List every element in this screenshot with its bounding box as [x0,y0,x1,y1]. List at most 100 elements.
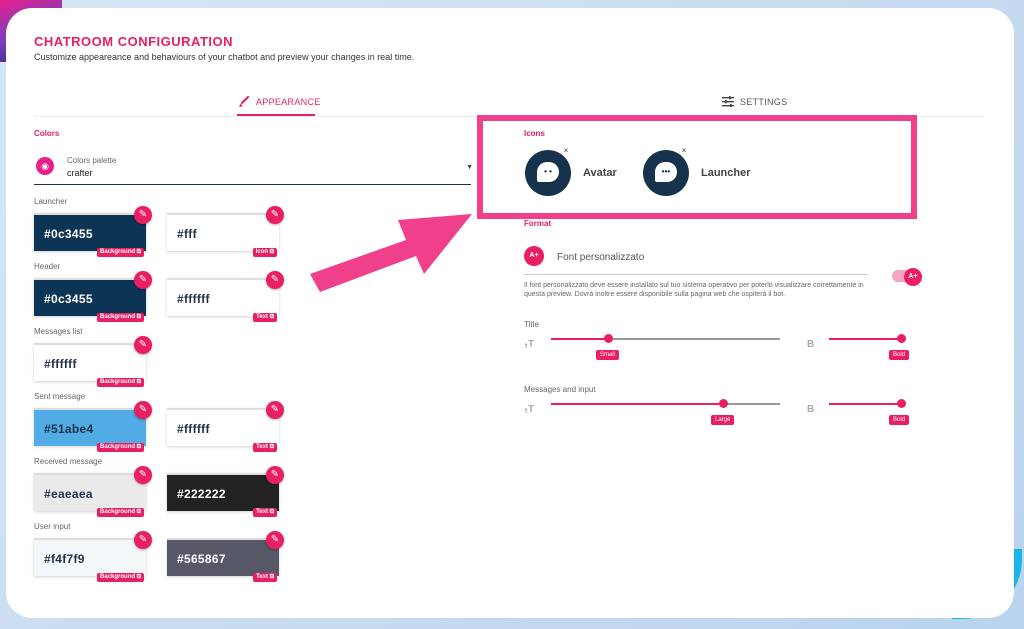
edit-pencil-icon[interactable]: ✎ [134,531,152,549]
swatch-tag: Text ⧉ [253,508,277,517]
edit-pencil-icon[interactable]: ✎ [134,401,152,419]
avatar-label: Avatar [583,167,617,179]
edit-pencil-icon[interactable]: ✎ [266,401,284,419]
messages-list-label: Messages list [34,327,83,336]
edit-pencil-icon[interactable]: ✎ [134,271,152,289]
brush-icon [239,96,249,107]
title-size-handle[interactable] [604,334,613,343]
palette-icon: ◉ [36,157,54,175]
launcher-label: Launcher [34,197,68,206]
chevron-down-icon: ▼ [466,164,473,171]
swatch-tag: Background ⧉ [97,378,144,387]
bot-face-icon: • • [537,162,559,182]
bold-icon: B [807,404,815,415]
title-size-fill [551,338,608,340]
edit-pencil-icon[interactable]: ✎ [266,206,284,224]
custom-font-underline [524,274,868,275]
launcher-icon-preview[interactable]: ••• × [643,146,689,196]
edit-pencil-icon[interactable]: ✎ [134,336,152,354]
swatch-hex: #ffffff [177,292,210,306]
launcher-label: Launcher [701,167,751,179]
swatch-tag: Background ⧉ [97,313,144,322]
sliders-icon [722,96,734,107]
edit-pencil-icon[interactable]: ✎ [266,271,284,289]
user-input-label: User input [34,522,71,531]
chat-dots-icon: ••• [655,162,677,182]
messages-size-fill [551,403,723,405]
messages-weight-handle[interactable] [897,399,906,408]
tab-settings[interactable]: SETTINGS [722,96,787,107]
header-label: Header [34,262,61,271]
swatch-hex: #0c3455 [44,227,93,241]
tab-settings-label: SETTINGS [740,96,788,107]
tab-appearance[interactable]: APPEARANCE [238,96,321,108]
swatch-hex: #222222 [177,487,226,501]
color-swatch[interactable]: #51abe4 Background ⧉ [34,408,146,452]
color-swatch[interactable]: #fff Icon ⧉ [167,213,279,257]
tab-appearance-label: APPEARANCE [256,97,321,107]
format-section-label: Format [524,219,552,228]
sent-message-label: Sent message [34,392,86,401]
color-swatch[interactable]: #ffffff Text ⧉ [167,408,279,452]
bold-icon: B [807,339,815,350]
swatch-hex: #ffffff [44,357,77,371]
color-swatch[interactable]: #0c3455 Background ⧉ [34,278,146,322]
swatch-hex: #565867 [177,552,226,566]
messages-size-value: Large [711,415,735,425]
title-weight-fill [829,338,901,340]
text-size-icon: ₜT [525,404,535,415]
config-card: CHATROOM CONFIGURATION Customize appeare… [6,8,1014,618]
swatch-tag: Background ⧉ [97,443,144,452]
swatch-tag: Text ⧉ [253,443,277,452]
custom-font-label: Font personalizzato [557,252,645,263]
swatch-hex: #f4f7f9 [44,552,85,566]
edit-pencil-icon[interactable]: ✎ [134,206,152,224]
text-size-icon: ₜT [525,339,535,350]
color-swatch[interactable]: #ffffff Background ⧉ [34,343,146,387]
close-icon[interactable]: × [561,146,571,156]
swatch-tag: Background ⧉ [97,508,144,517]
swatch-tag: Text ⧉ [253,573,277,582]
swatch-hex: #ffffff [177,422,210,436]
color-swatch[interactable]: #0c3455 Background ⧉ [34,213,146,257]
messages-size-handle[interactable] [719,399,728,408]
received-message-label: Received message [34,457,103,466]
messages-weight-value: Bold [889,415,910,425]
swatch-hex: #0c3455 [44,292,93,306]
font-toggle-icon[interactable]: A+ [904,268,922,286]
avatar-icon-preview[interactable]: • • × [525,146,571,196]
title-weight-value: Bold [889,350,910,360]
swatch-hex: #fff [177,227,197,241]
edit-pencil-icon[interactable]: ✎ [266,466,284,484]
icons-section-label: Icons [524,129,545,138]
swatch-tag: Background ⧉ [97,573,144,582]
swatch-tag: Background ⧉ [97,248,144,257]
swatch-tag: Icon ⧉ [252,248,277,257]
color-swatch[interactable]: #ffffff Text ⧉ [167,278,279,322]
title-weight-handle[interactable] [897,334,906,343]
palette-value: crafter [67,168,93,178]
page-title: CHATROOM CONFIGURATION [34,34,233,49]
swatch-tag: Text ⧉ [253,313,277,322]
edit-pencil-icon[interactable]: ✎ [134,466,152,484]
color-swatch[interactable]: #f4f7f9 Background ⧉ [34,538,146,582]
title-size-value: Small [596,350,620,360]
font-add-icon: A+ [524,246,544,266]
title-size-label: Title [524,320,539,329]
color-swatch[interactable]: #eaeaea Background ⧉ [34,473,146,517]
custom-font-description: Il font personalizzato deve essere insta… [524,282,864,298]
color-swatch[interactable]: #565867 Text ⧉ [167,538,279,582]
palette-label: Colors palette [67,156,117,165]
icons-panel: Icons • • × Avatar ••• × Launcher [483,121,911,213]
colors-palette-select[interactable]: ◉ Colors palette crafter ▼ [34,152,473,185]
colors-section-label: Colors [34,129,60,138]
color-swatch[interactable]: #222222 Text ⧉ [167,473,279,517]
close-icon[interactable]: × [679,146,689,156]
messages-weight-fill [829,403,901,405]
page-subtitle: Customize appeareance and behaviours of … [34,52,415,62]
edit-pencil-icon[interactable]: ✎ [266,531,284,549]
swatch-hex: #51abe4 [44,422,94,436]
pointer-arrow-icon [310,214,472,292]
swatch-hex: #eaeaea [44,487,93,501]
messages-size-label: Messages and input [524,385,596,394]
